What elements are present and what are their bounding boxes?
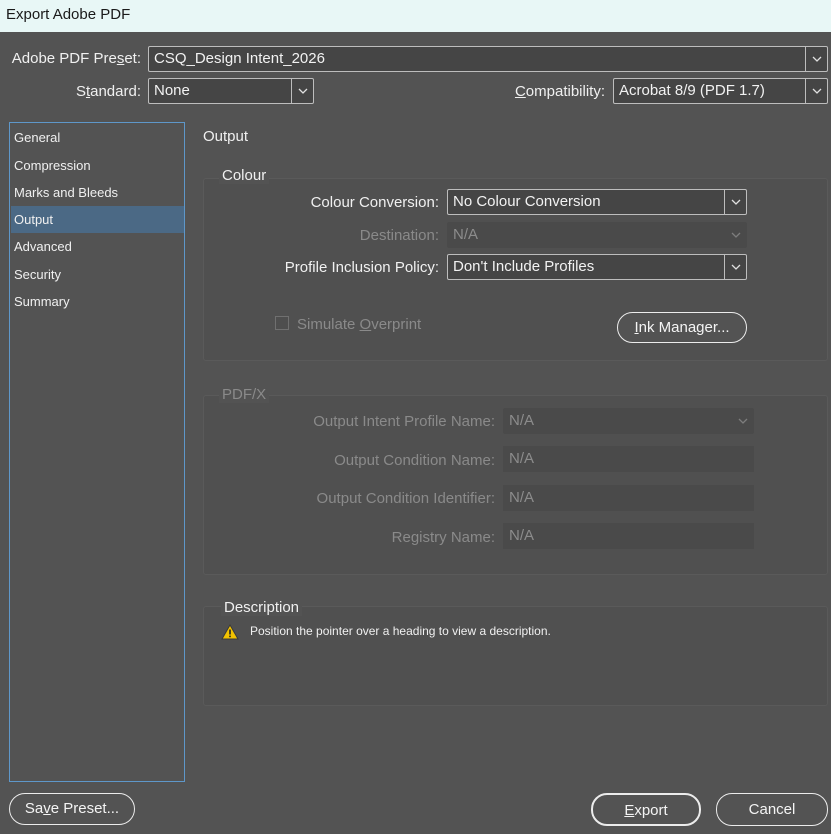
compatibility-select[interactable]: Acrobat 8/9 (PDF 1.7) [613, 78, 828, 104]
sidebar-item-summary[interactable]: Summary [11, 288, 184, 315]
destination-select: N/A [447, 222, 747, 248]
colour-conversion-value: No Colour Conversion [453, 193, 601, 210]
chevron-down-icon [805, 79, 827, 103]
destination-value: N/A [453, 226, 479, 243]
description-text: Position the pointer over a heading to v… [250, 624, 551, 638]
simulate-overprint-label: Simulate Overprint [297, 316, 422, 333]
chevron-down-icon [291, 79, 313, 103]
compatibility-label: Compatibility: [514, 83, 605, 100]
simulate-overprint-checkbox [275, 316, 289, 330]
destination-label: Destination: [359, 227, 439, 244]
preset-select[interactable]: CSQ_Design Intent_2026 [148, 46, 828, 72]
preset-label: Adobe PDF Preset: [11, 50, 141, 67]
registry-name-label: Registry Name: [391, 529, 495, 546]
chevron-down-icon [724, 223, 746, 247]
sidebar-item-security[interactable]: Security [11, 261, 184, 288]
output-intent-label: Output Intent Profile Name: [313, 413, 495, 430]
standard-select[interactable]: None [148, 78, 314, 104]
description-title: Description [221, 599, 303, 616]
colour-conversion-select[interactable]: No Colour Conversion [447, 189, 747, 215]
profile-inclusion-label: Profile Inclusion Policy: [284, 259, 439, 276]
sidebar-item-marks-and-bleeds[interactable]: Marks and Bleeds [11, 179, 184, 206]
sidebar-item-advanced[interactable]: Advanced [11, 233, 184, 260]
chevron-down-icon [805, 47, 827, 71]
ink-manager-button[interactable]: Ink Manager... [617, 312, 747, 343]
registry-name-field: N/A [503, 523, 754, 549]
sidebar-item-general[interactable]: General [11, 124, 184, 151]
compatibility-value: Acrobat 8/9 (PDF 1.7) [619, 82, 765, 99]
output-condition-identifier-label: Output Condition Identifier: [316, 490, 495, 507]
output-condition-name-label: Output Condition Name: [334, 452, 495, 469]
profile-inclusion-value: Don't Include Profiles [453, 258, 595, 275]
description-group [203, 606, 828, 706]
warning-icon [221, 623, 239, 645]
sidebar-nav: General Compression Marks and Bleeds Out… [9, 122, 185, 782]
pdfx-group-title: PDF/X [219, 386, 270, 403]
chevron-down-icon [724, 190, 746, 214]
cancel-button[interactable]: Cancel [716, 793, 828, 826]
output-intent-select: N/A [503, 408, 754, 434]
colour-group-title: Colour [219, 167, 270, 184]
profile-inclusion-select[interactable]: Don't Include Profiles [447, 254, 747, 280]
output-condition-identifier-field: N/A [503, 485, 754, 511]
standard-label: Standard: [75, 83, 141, 100]
chevron-down-icon [731, 409, 753, 433]
sidebar-item-compression[interactable]: Compression [11, 152, 184, 179]
chevron-down-icon [724, 255, 746, 279]
standard-value: None [154, 82, 190, 99]
output-condition-name-field: N/A [503, 446, 754, 472]
output-intent-value: N/A [509, 412, 535, 429]
window-title: Export Adobe PDF [0, 0, 831, 32]
colour-conversion-label: Colour Conversion: [310, 194, 439, 211]
section-title: Output [203, 128, 249, 145]
export-button[interactable]: Export [591, 793, 701, 826]
save-preset-button[interactable]: Save Preset... [9, 793, 135, 825]
preset-value: CSQ_Design Intent_2026 [154, 50, 325, 67]
sidebar-item-output[interactable]: Output [11, 206, 184, 233]
